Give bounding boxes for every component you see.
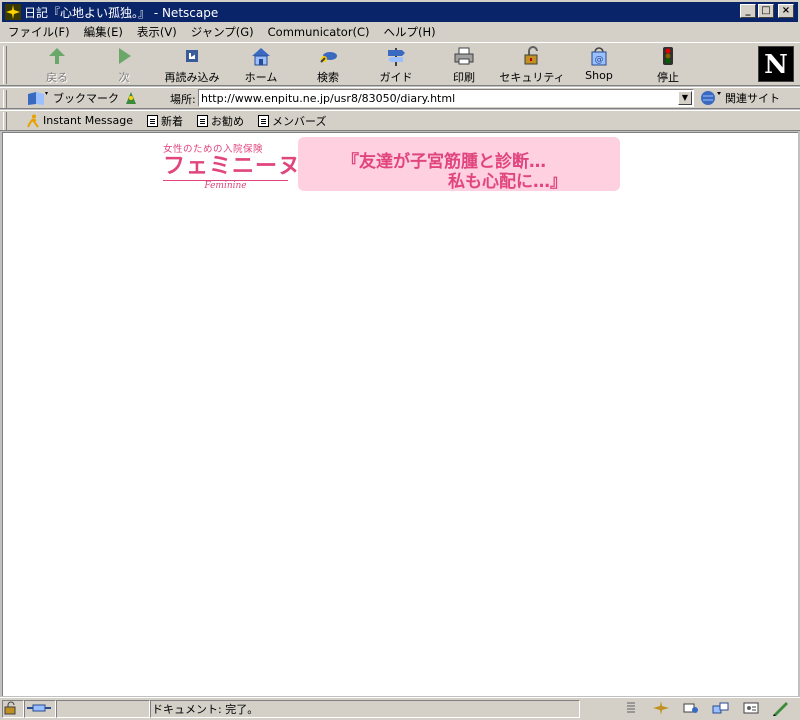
reload-button[interactable]: 再読み込み xyxy=(162,45,222,85)
navigation-toolbar: 戻る 次 再読み込み ホーム 検索 ガイド 印刷 セキュリティ @ Shop 停… xyxy=(0,42,800,86)
guide-signpost-icon xyxy=(384,45,408,67)
title-bar: 日記『心地よい孤独。』 - Netscape _ □ × xyxy=(0,0,800,22)
whats-new-label: 新着 xyxy=(161,114,183,128)
composer-pen-icon[interactable] xyxy=(772,700,790,716)
security-button[interactable]: セキュリティ xyxy=(499,45,565,85)
personal-grip[interactable] xyxy=(3,112,7,130)
navigator-icon[interactable] xyxy=(652,700,670,716)
search-icon xyxy=(316,45,340,67)
plug-icon xyxy=(27,704,51,712)
print-label: 印刷 xyxy=(453,71,475,84)
recommended-link[interactable]: お勧め xyxy=(197,113,244,129)
security-label: セキュリティ xyxy=(499,71,565,84)
menu-edit[interactable]: 編集(E) xyxy=(84,24,123,40)
forward-arrow-icon xyxy=(112,45,136,67)
back-label: 戻る xyxy=(46,71,68,84)
bookmarks-book-icon xyxy=(28,92,48,105)
members-link[interactable]: メンバーズ xyxy=(258,113,326,129)
search-label: 検索 xyxy=(317,71,339,84)
whats-new-link[interactable]: 新着 xyxy=(147,113,183,129)
netscape-app-icon xyxy=(5,4,21,20)
logo-subtitle: 女性のための入院保険 xyxy=(163,144,264,155)
running-person-icon xyxy=(27,114,39,128)
netscape-logo[interactable]: N xyxy=(758,46,794,82)
component-bar-grip-icon[interactable] xyxy=(622,700,640,716)
location-pin-icon[interactable] xyxy=(124,90,138,106)
document-icon xyxy=(197,114,208,127)
url-dropdown-button[interactable]: ▼ xyxy=(678,91,692,105)
location-label: 場所: xyxy=(170,93,196,106)
menu-help[interactable]: ヘルプ(H) xyxy=(384,24,436,40)
location-toolbar: ブックマーク 場所: http://www.enpitu.ne.jp/usr8/… xyxy=(0,87,800,109)
address-book-icon[interactable] xyxy=(742,700,760,716)
discussion-groups-icon[interactable] xyxy=(712,700,730,716)
reload-icon xyxy=(180,45,204,67)
back-button[interactable]: 戻る xyxy=(40,45,74,85)
reload-label: 再読み込み xyxy=(164,71,220,84)
window-title: 日記『心地よい孤独。』 - Netscape xyxy=(24,5,219,20)
page-content: 女性のための入院保険 フェミニーヌ Feminine 『友達が子宮筋腫と診断… … xyxy=(2,132,798,696)
bookmarks-label: ブックマーク xyxy=(53,92,119,105)
url-text[interactable]: http://www.enpitu.ne.jp/usr8/83050/diary… xyxy=(199,92,678,105)
status-bar: ドキュメント: 完了。 xyxy=(0,697,800,720)
url-field[interactable]: http://www.enpitu.ne.jp/usr8/83050/diary… xyxy=(198,89,694,107)
bookmarks-button[interactable]: ブックマーク xyxy=(26,90,119,106)
guide-button[interactable]: ガイド xyxy=(379,45,413,85)
instant-message-button[interactable]: Instant Message xyxy=(26,114,133,128)
home-button[interactable]: ホーム xyxy=(243,45,279,85)
traffic-light-stop-icon xyxy=(656,45,680,67)
home-label: ホーム xyxy=(244,71,278,84)
connection-status-cell[interactable] xyxy=(24,700,56,718)
svg-text:@: @ xyxy=(595,55,604,65)
menu-go[interactable]: ジャンプ(G) xyxy=(191,24,254,40)
menu-view[interactable]: 表示(V) xyxy=(137,24,177,40)
minimize-button[interactable]: _ xyxy=(740,4,756,18)
printer-icon xyxy=(452,45,476,67)
search-button[interactable]: 検索 xyxy=(314,45,342,85)
print-button[interactable]: 印刷 xyxy=(450,45,478,85)
ad-line-2: 私も心配に…』 xyxy=(448,172,567,192)
personal-toolbar: Instant Message 新着 お勧め メンバーズ xyxy=(0,110,800,131)
status-text: ドキュメント: 完了。 xyxy=(152,703,259,716)
related-sites-label: 関連サイト xyxy=(725,92,780,105)
related-sites-button[interactable]: 関連サイト xyxy=(700,90,780,106)
shop-label: Shop xyxy=(585,69,613,82)
menu-file[interactable]: ファイル(F) xyxy=(8,24,70,40)
menu-communicator[interactable]: Communicator(C) xyxy=(268,25,370,39)
logo-english: Feminine xyxy=(163,180,288,191)
related-sites-icon xyxy=(701,91,721,105)
feminine-logo-link[interactable]: 女性のための入院保険 フェミニーヌ Feminine xyxy=(163,141,302,191)
lock-status-icon xyxy=(4,701,16,715)
mail-icon[interactable] xyxy=(682,700,700,716)
home-icon xyxy=(249,45,273,67)
menu-bar: ファイル(F) 編集(E) 表示(V) ジャンプ(G) Communicator… xyxy=(0,22,800,42)
maximize-button[interactable]: □ xyxy=(758,4,774,18)
instant-message-label: Instant Message xyxy=(43,114,133,127)
forward-label: 次 xyxy=(118,71,130,84)
shopping-bag-icon: @ xyxy=(587,45,611,67)
progress-cell xyxy=(56,700,150,718)
close-button[interactable]: × xyxy=(778,4,794,18)
stop-label: 停止 xyxy=(657,71,679,84)
padlock-icon xyxy=(520,45,544,67)
forward-button[interactable]: 次 xyxy=(110,45,138,85)
guide-label: ガイド xyxy=(379,71,413,84)
recommended-label: お勧め xyxy=(211,114,244,128)
shop-button[interactable]: @ Shop xyxy=(585,45,613,85)
location-grip[interactable] xyxy=(3,90,7,108)
document-icon xyxy=(147,114,158,127)
logo-title: フェミニーヌ xyxy=(163,154,302,179)
document-icon xyxy=(258,114,269,127)
stop-button[interactable]: 停止 xyxy=(654,45,682,85)
members-label: メンバーズ xyxy=(272,114,327,128)
ad-banner[interactable]: 『友達が子宮筋腫と診断… 私も心配に…』 xyxy=(298,137,620,192)
toolbar-grip[interactable] xyxy=(3,46,7,84)
back-arrow-icon xyxy=(45,45,69,67)
security-status-cell[interactable] xyxy=(2,700,24,718)
